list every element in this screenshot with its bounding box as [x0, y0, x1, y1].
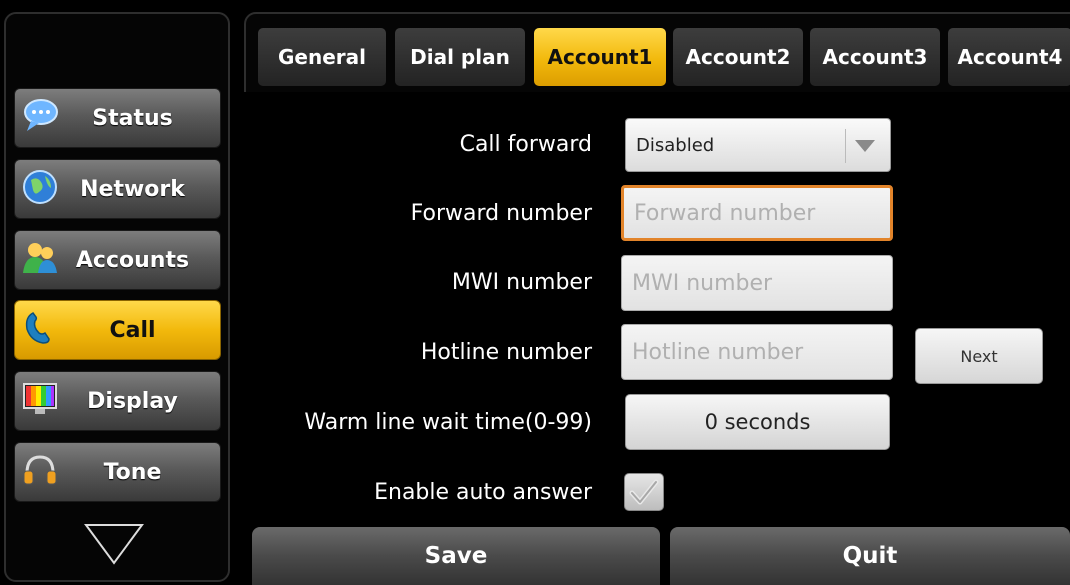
auto-answer-checkbox[interactable]	[624, 473, 664, 511]
next-button[interactable]: Next	[915, 328, 1043, 384]
hotline-number-input[interactable]	[621, 324, 893, 380]
sidebar-item-network[interactable]: Network	[14, 159, 221, 219]
save-button[interactable]: Save	[252, 527, 660, 585]
sidebar-item-display[interactable]: Display	[14, 371, 221, 431]
headphones-icon	[21, 451, 59, 489]
quit-button[interactable]: Quit	[670, 527, 1070, 585]
sidebar-item-call[interactable]: Call	[14, 300, 221, 360]
hotline-number-label: Hotline number	[420, 340, 592, 365]
sidebar-item-label: Network	[80, 176, 185, 202]
select-divider	[845, 129, 846, 163]
sidebar-item-label: Tone	[103, 459, 162, 485]
tab-general[interactable]: General	[258, 28, 386, 86]
sidebar-item-accounts[interactable]: Accounts	[14, 230, 221, 290]
call-forward-select[interactable]: Disabled	[625, 118, 891, 172]
forward-number-label: Forward number	[410, 201, 592, 226]
sidebar-item-label: Call	[109, 317, 156, 343]
warm-line-label: Warm line wait time(0-99)	[304, 410, 592, 435]
auto-answer-label: Enable auto answer	[374, 480, 592, 505]
tab-account2[interactable]: Account2	[673, 28, 803, 86]
sidebar: Status Network Accounts Call Display Ton…	[4, 12, 230, 582]
sidebar-item-label: Accounts	[75, 247, 190, 273]
chevron-down-icon	[855, 140, 875, 152]
tab-account4[interactable]: Account4	[948, 28, 1070, 86]
monitor-icon	[21, 380, 59, 418]
sidebar-item-label: Status	[92, 105, 173, 131]
tab-account1[interactable]: Account1	[534, 28, 666, 86]
call-forward-label: Call forward	[459, 132, 592, 157]
tab-dial-plan[interactable]: Dial plan	[395, 28, 525, 86]
call-forward-value: Disabled	[636, 134, 715, 156]
users-icon	[21, 239, 59, 277]
phone-handset-icon	[21, 309, 59, 347]
sidebar-item-status[interactable]: Status	[14, 88, 221, 148]
globe-icon	[21, 168, 59, 206]
warm-line-time-button[interactable]: 0 seconds	[625, 394, 890, 450]
forward-number-input[interactable]	[621, 185, 893, 241]
tab-bar: General Dial plan Account1 Account2 Acco…	[244, 12, 1070, 92]
sidebar-item-label: Display	[87, 388, 178, 414]
triangle-down-icon[interactable]	[84, 522, 144, 566]
mwi-number-label: MWI number	[451, 270, 592, 295]
tab-account3[interactable]: Account3	[810, 28, 940, 86]
checkmark-icon	[629, 479, 659, 505]
chat-bubble-icon	[21, 97, 59, 135]
mwi-number-input[interactable]	[621, 255, 893, 311]
sidebar-item-tone[interactable]: Tone	[14, 442, 221, 502]
